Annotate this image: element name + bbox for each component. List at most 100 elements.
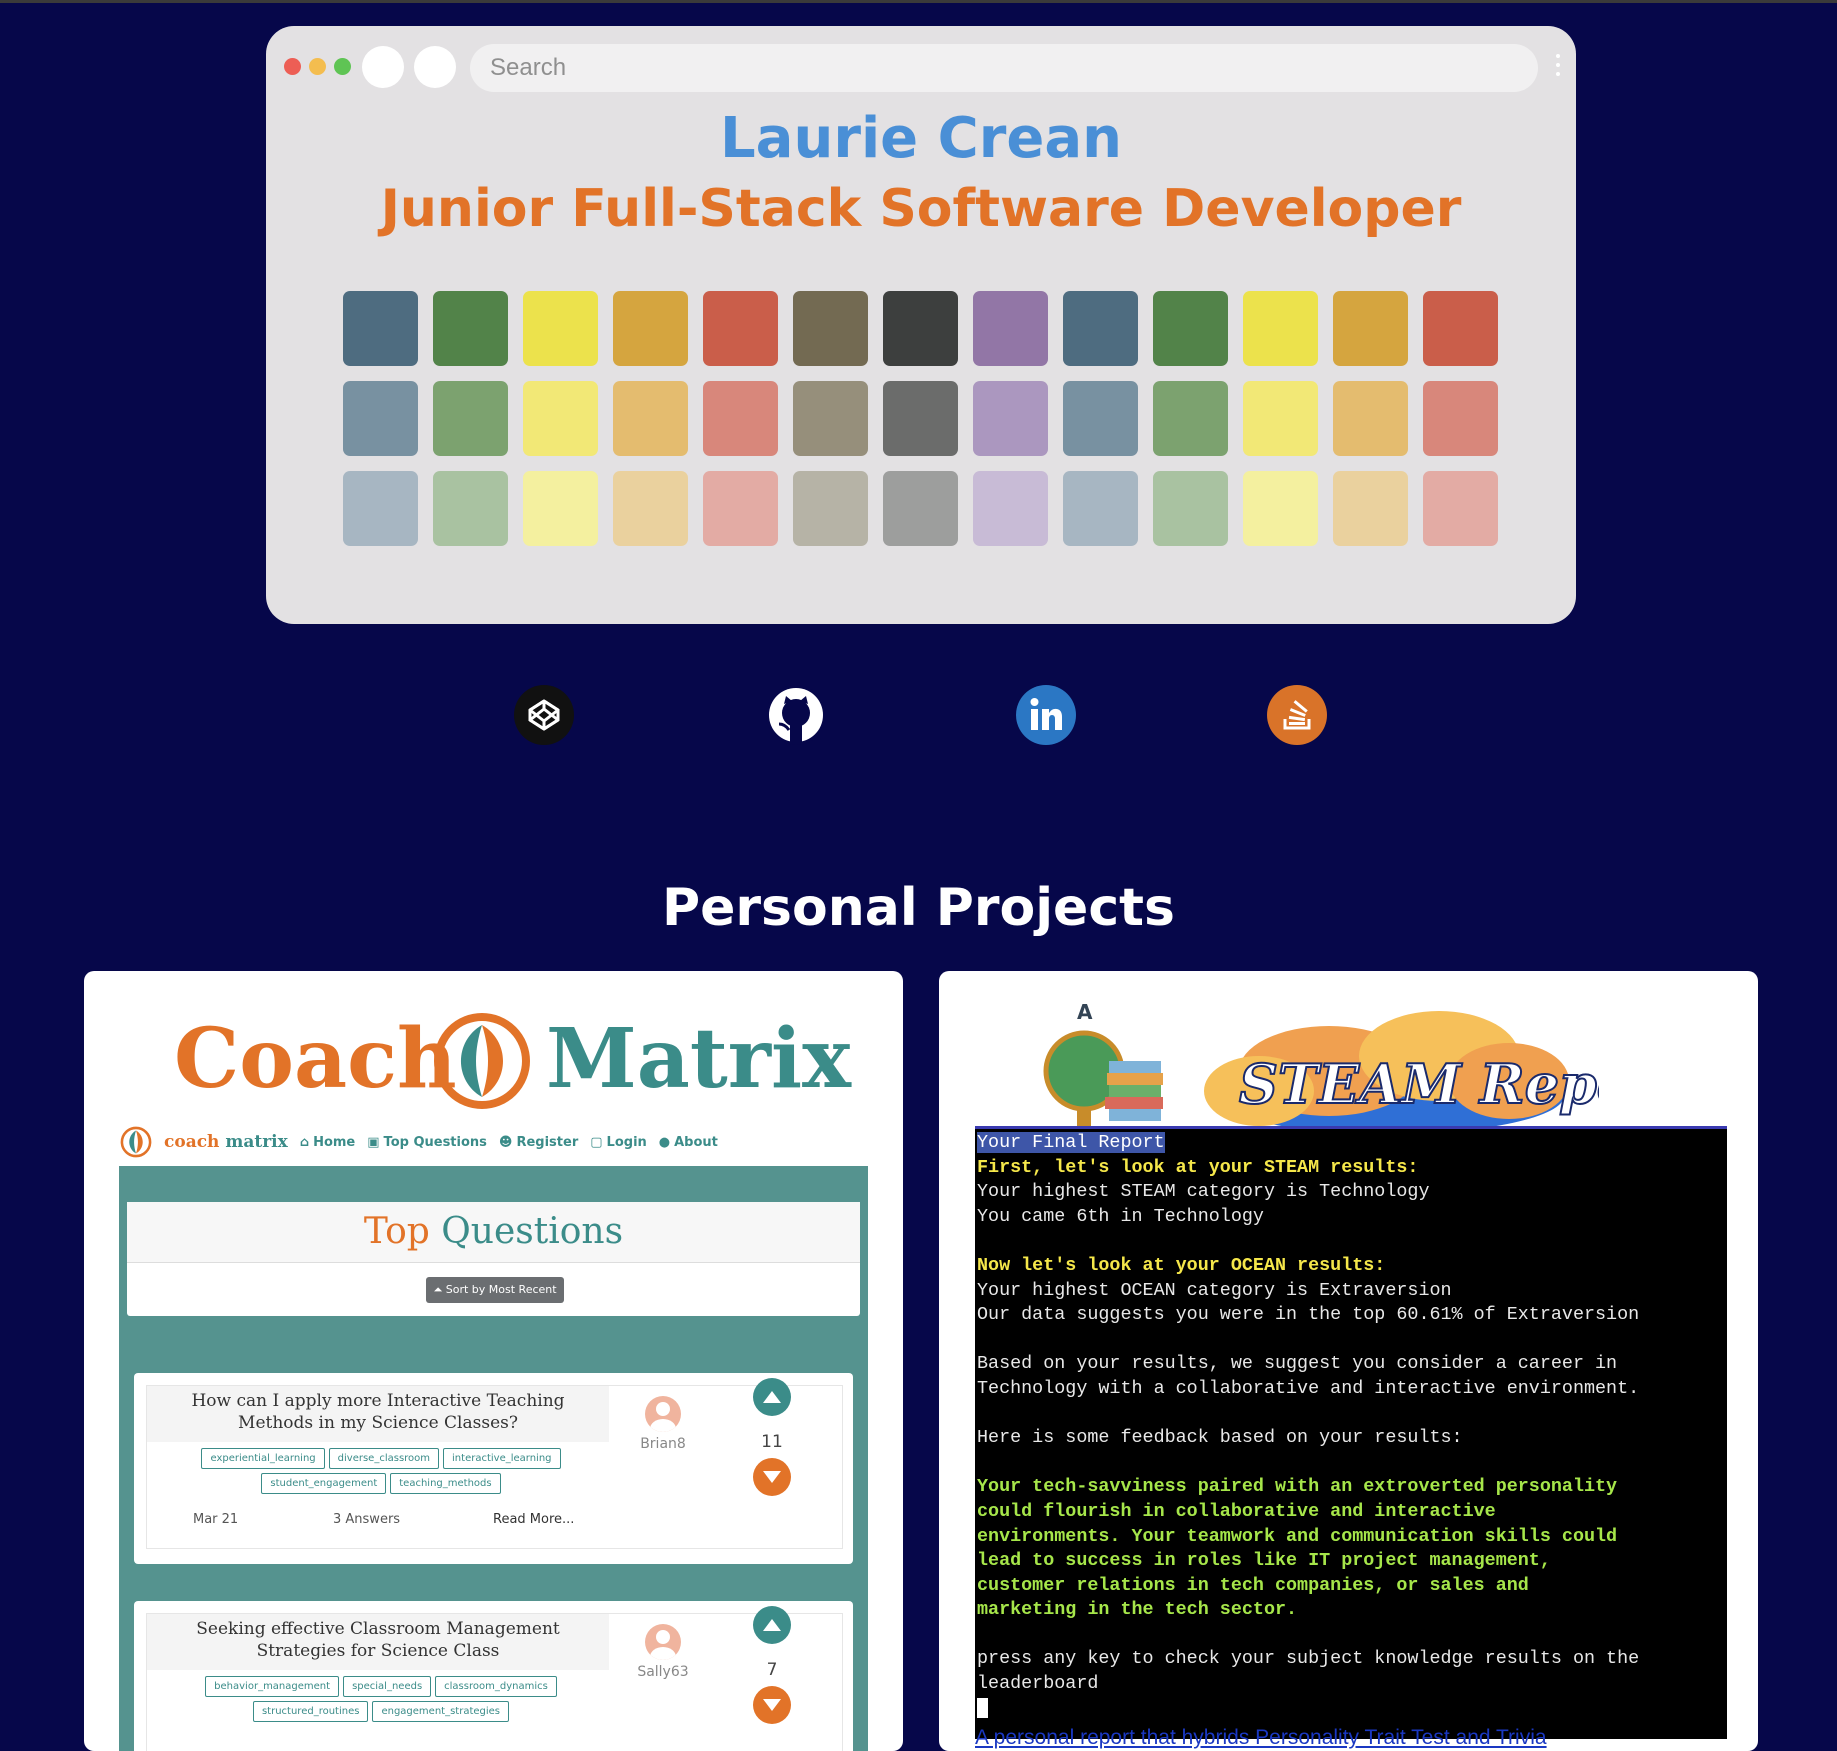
question-title-line: Strategies for Science Class	[256, 1641, 500, 1661]
upvote-button[interactable]	[753, 1378, 791, 1416]
nav-login-label: Login	[606, 1134, 647, 1150]
arrow-down-icon	[763, 1699, 781, 1711]
downvote-button[interactable]	[753, 1686, 791, 1724]
globe-books-icon: A	[1043, 1001, 1163, 1135]
color-swatch	[343, 381, 418, 456]
color-palette-grid	[343, 291, 1498, 546]
color-swatch	[613, 471, 688, 546]
color-swatch	[1063, 471, 1138, 546]
github-link[interactable]	[766, 685, 826, 745]
color-swatch	[1153, 291, 1228, 366]
project-card-steam-report[interactable]: A STEAM Report Your Final Report First, …	[939, 971, 1758, 1751]
terminal-line: leaderboard	[977, 1673, 1099, 1695]
color-swatch	[793, 291, 868, 366]
leaf-logo-icon	[434, 1013, 530, 1109]
color-swatch	[1423, 381, 1498, 456]
info-icon: ●	[658, 1134, 671, 1150]
read-more-link[interactable]: Read More...	[493, 1512, 574, 1527]
tag[interactable]: student_engagement	[261, 1473, 387, 1494]
terminal-output: Your Final Report First, let's look at y…	[975, 1126, 1727, 1739]
section-title: Personal Projects	[662, 878, 1175, 938]
question-tags: experiential_learning diverse_classroom …	[151, 1448, 611, 1494]
nav-top-questions[interactable]: ▣ Top Questions	[367, 1135, 487, 1150]
nav-about[interactable]: ● About	[659, 1135, 718, 1150]
nav-home-label: Home	[313, 1134, 356, 1150]
tag[interactable]: diverse_classroom	[328, 1448, 440, 1469]
terminal-line: lead to success in roles like IT project…	[977, 1550, 1551, 1572]
tag[interactable]: teaching_methods	[390, 1473, 501, 1494]
question-card[interactable]: How can I apply more Interactive Teachin…	[134, 1373, 853, 1564]
color-swatch	[1333, 381, 1408, 456]
question-title[interactable]: How can I apply more Interactive Teachin…	[147, 1386, 609, 1442]
nav-login[interactable]: ▢ Login	[590, 1135, 647, 1150]
stackoverflow-icon	[1283, 700, 1311, 730]
codepen-link[interactable]	[514, 685, 574, 745]
question-user[interactable]: Sally63	[627, 1664, 699, 1680]
login-icon: ▢	[590, 1134, 603, 1150]
terminal-line: Now let's look at your OCEAN results:	[977, 1254, 1386, 1276]
terminal-line: Your highest STEAM category is Technolog…	[977, 1181, 1430, 1203]
forward-button[interactable]	[414, 46, 456, 88]
color-swatch	[883, 381, 958, 456]
color-swatch	[523, 291, 598, 366]
tag[interactable]: engagement_strategies	[372, 1701, 510, 1722]
tag[interactable]: experiential_learning	[201, 1448, 325, 1469]
linkedin-icon	[1030, 698, 1062, 730]
tag[interactable]: special_needs	[343, 1676, 432, 1697]
avatar	[645, 1624, 681, 1660]
color-swatch	[433, 471, 508, 546]
maximize-dot[interactable]	[334, 58, 351, 75]
color-swatch	[703, 381, 778, 456]
nav-register-label: Register	[516, 1134, 579, 1150]
stackoverflow-link[interactable]	[1267, 685, 1327, 745]
arrow-down-icon	[763, 1471, 781, 1483]
search-input[interactable]: Search	[470, 44, 1538, 92]
downvote-button[interactable]	[753, 1458, 791, 1496]
tag[interactable]: classroom_dynamics	[435, 1676, 557, 1697]
back-button[interactable]	[362, 46, 404, 88]
project-description-link[interactable]: A personal report that hybrids Personali…	[975, 1726, 1547, 1750]
terminal-line: First, let's look at your STEAM results:	[977, 1156, 1419, 1178]
upvote-button[interactable]	[753, 1606, 791, 1644]
more-options-icon[interactable]	[1556, 54, 1560, 76]
color-swatch	[433, 381, 508, 456]
tag[interactable]: structured_routines	[252, 1701, 369, 1722]
project-card-coach-matrix[interactable]: Coach Matrix coach matrix ⌂ Home ▣ Top Que…	[84, 971, 903, 1751]
brand-leaf-icon	[120, 1126, 152, 1158]
color-swatch	[433, 291, 508, 366]
question-title[interactable]: Seeking effective Classroom Management S…	[147, 1614, 609, 1670]
terminal-line: You came 6th in Technology	[977, 1205, 1264, 1227]
question-user[interactable]: Brian8	[627, 1436, 699, 1452]
question-card[interactable]: Seeking effective Classroom Management S…	[134, 1601, 853, 1751]
linkedin-link[interactable]	[1016, 685, 1076, 745]
logo-word-coach: Coach	[174, 1011, 457, 1107]
tag[interactable]: interactive_learning	[443, 1448, 561, 1469]
color-swatch	[1423, 291, 1498, 366]
color-swatch	[1333, 471, 1408, 546]
color-swatch	[973, 291, 1048, 366]
terminal-line: marketing in the tech sector.	[977, 1599, 1298, 1621]
close-dot[interactable]	[284, 58, 301, 75]
developer-role: Junior Full-Stack Software Developer	[380, 179, 1462, 239]
tag[interactable]: behavior_management	[205, 1676, 340, 1697]
color-swatch	[523, 381, 598, 456]
terminal-line: Technology with a collaborative and inte…	[977, 1377, 1640, 1399]
nav-about-label: About	[674, 1134, 718, 1150]
terminal-line: Here is some feedback based on your resu…	[977, 1427, 1463, 1449]
nav-register[interactable]: ☻ Register	[499, 1135, 578, 1150]
color-swatch	[1243, 381, 1318, 456]
color-swatch	[1333, 291, 1408, 366]
arrow-up-icon	[763, 1619, 781, 1631]
terminal-line: customer relations in tech companies, or…	[977, 1574, 1529, 1596]
nav-brand[interactable]: coach matrix	[164, 1132, 288, 1152]
color-swatch	[1243, 291, 1318, 366]
terminal-line: Your highest OCEAN category is Extravers…	[977, 1279, 1452, 1301]
terminal-line: Based on your results, we suggest you co…	[977, 1353, 1618, 1375]
steam-report-banner: A STEAM Report	[1043, 1001, 1599, 1135]
terminal-line: Your tech-savviness paired with an extro…	[977, 1476, 1618, 1498]
nav-home[interactable]: ⌂ Home	[300, 1135, 356, 1150]
minimize-dot[interactable]	[309, 58, 326, 75]
sort-button[interactable]: ⏶ Sort by Most Recent	[426, 1277, 564, 1303]
heading-questions: Questions	[441, 1211, 624, 1252]
color-swatch	[613, 381, 688, 456]
